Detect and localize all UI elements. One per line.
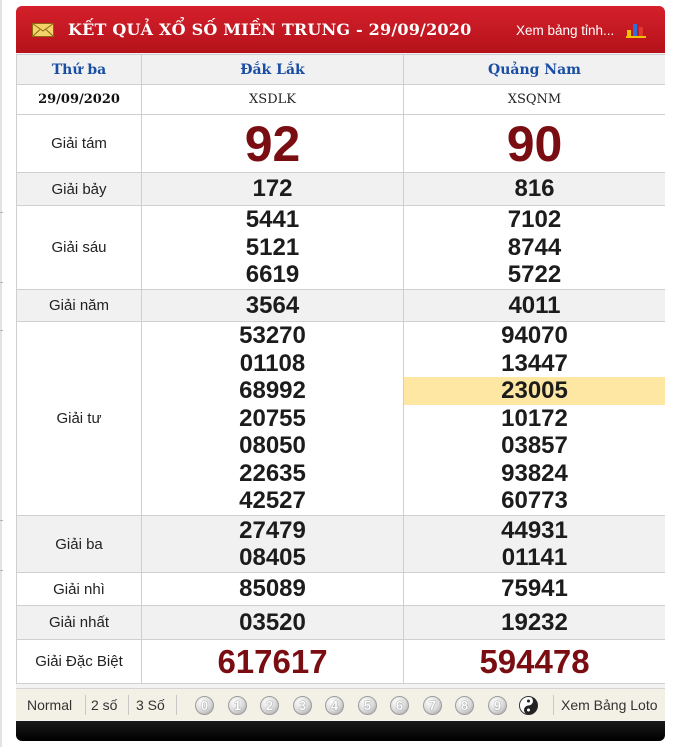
prize-number: 19232: [501, 608, 568, 636]
prize-row: Giải bảy 172 816: [16, 172, 665, 206]
prize-number: 5722: [507, 261, 562, 289]
prize-label: Giải năm: [16, 289, 142, 322]
yin-yang-icon[interactable]: [519, 696, 538, 715]
prize-row: Giải tám 92 90: [16, 114, 665, 173]
prize-number: 13447: [501, 349, 568, 377]
prize-label: Giải bảy: [16, 172, 142, 206]
digit-filter-button[interactable]: 4: [325, 696, 344, 715]
prize-label: Giải tám: [16, 114, 142, 173]
province-code: XSQNM: [403, 84, 665, 115]
prize-number: 03520: [239, 608, 306, 636]
province-code: XSDLK: [141, 84, 404, 115]
results-header: KẾT QUẢ XỔ SỐ MIỀN TRUNG - 29/09/2020 Xe…: [16, 6, 665, 53]
toolbar-divider: [553, 695, 554, 715]
prize-number: 08050: [239, 432, 306, 460]
prize-number: 42527: [239, 487, 306, 515]
prize-number: 5441: [245, 206, 300, 234]
prize-number: 68992: [239, 377, 306, 405]
special-prize-number: 617617: [217, 642, 328, 680]
digit-filter-button[interactable]: 5: [358, 696, 377, 715]
loto-toolbar: Normal 2 số 3 Số 0 1 2 3 4 5 6 7 8 9 Xem…: [16, 688, 665, 720]
digit-filter-button[interactable]: 9: [488, 696, 507, 715]
left-edge-tick: [0, 212, 3, 213]
prize-number: 20755: [239, 404, 306, 432]
prize-number: 8744: [507, 233, 562, 261]
prize-number: 75941: [501, 575, 568, 603]
mode-normal-button[interactable]: Normal: [27, 697, 72, 713]
prize-label: Giải nhất: [16, 605, 142, 640]
bar-chart-icon[interactable]: [626, 20, 648, 38]
page-title: KẾT QUẢ XỔ SỐ MIỀN TRUNG - 29/09/2020: [68, 20, 472, 39]
left-edge-tick: [0, 282, 3, 283]
prize-number: 01108: [239, 349, 306, 377]
prize-number: 10172: [501, 404, 568, 432]
highlighted-prize-number: 23005: [404, 377, 665, 405]
prize-number: 172: [252, 175, 293, 203]
prize-number: 85089: [239, 575, 306, 603]
table-subheader-row: 29/09/2020 XSDLK XSQNM: [16, 84, 665, 115]
prize-label: Giải nhì: [16, 572, 142, 606]
toolbar-divider: [85, 695, 86, 715]
digit-filter-button[interactable]: 1: [228, 696, 247, 715]
results-table: Thứ ba Đắk Lắk Quảng Nam 29/09/2020 XSDL…: [16, 54, 665, 684]
province-name[interactable]: Đắk Lắk: [141, 54, 404, 85]
results-panel: KẾT QUẢ XỔ SỐ MIỀN TRUNG - 29/09/2020 Xe…: [16, 6, 665, 741]
digit-filter-button[interactable]: 6: [390, 696, 409, 715]
digit-filter-button[interactable]: 8: [455, 696, 474, 715]
prize-number: 27479: [239, 516, 306, 544]
prize-number: 5121: [245, 233, 300, 261]
prize-number: 92: [244, 115, 301, 172]
prize-row: Giải nhất 03520 19232: [16, 605, 665, 640]
digit-filter-button[interactable]: 7: [423, 696, 442, 715]
envelope-icon: [32, 23, 54, 37]
footer-bar: [16, 721, 665, 741]
mode-two-digit-button[interactable]: 2 số: [91, 697, 117, 713]
mode-three-digit-button[interactable]: 3 Số: [136, 697, 165, 713]
view-loto-table-link[interactable]: Xem Bảng Loto: [561, 697, 658, 713]
prize-number: 7102: [507, 206, 562, 234]
prize-label: Giải tư: [16, 321, 142, 516]
prize-row: Giải sáu 5441 5121 6619 7102 8744 5722: [16, 205, 665, 290]
table-header-row: Thứ ba Đắk Lắk Quảng Nam: [16, 54, 665, 85]
prize-number: 53270: [239, 322, 306, 350]
province-name[interactable]: Quảng Nam: [403, 54, 665, 85]
digit-filter-button[interactable]: 3: [293, 696, 312, 715]
prize-number: 44931: [501, 516, 568, 544]
left-edge-tick: [0, 570, 3, 571]
prize-number: 60773: [501, 487, 568, 515]
prize-number: 08405: [239, 544, 306, 571]
prize-number: 6619: [245, 261, 300, 289]
toolbar-divider: [176, 695, 177, 715]
prize-label: Giải ba: [16, 515, 142, 573]
prize-number: 90: [506, 115, 563, 172]
prize-row: Giải năm 3564 4011: [16, 289, 665, 322]
prize-row: Giải nhì 85089 75941: [16, 572, 665, 606]
digit-filter-button[interactable]: 2: [260, 696, 279, 715]
draw-date: 29/09/2020: [16, 84, 142, 115]
toolbar-divider: [128, 695, 129, 715]
left-edge: [0, 0, 2, 747]
left-edge-tick: [0, 330, 3, 331]
prize-number: 22635: [239, 459, 306, 487]
prize-label: Giải Đặc Biệt: [16, 639, 142, 684]
view-province-table-link[interactable]: Xem bảng tỉnh...: [516, 23, 614, 38]
prize-number: 816: [514, 175, 555, 203]
prize-number: 03857: [501, 432, 568, 460]
prize-label: Giải sáu: [16, 205, 142, 290]
prize-row: Giải tư 53270 01108 68992 20755 08050 22…: [16, 321, 665, 516]
prize-number: 94070: [501, 322, 568, 350]
prize-row: Giải Đặc Biệt 617617 594478: [16, 639, 665, 684]
prize-number: 01141: [501, 544, 568, 571]
prize-number: 3564: [245, 291, 300, 319]
left-edge-tick: [0, 520, 3, 521]
prize-number: 93824: [501, 459, 568, 487]
weekday-cell: Thứ ba: [16, 54, 142, 85]
digit-filter-button[interactable]: 0: [195, 696, 214, 715]
prize-row: Giải ba 27479 08405 44931 01141: [16, 515, 665, 573]
special-prize-number: 594478: [479, 642, 590, 680]
prize-number: 4011: [508, 291, 561, 319]
